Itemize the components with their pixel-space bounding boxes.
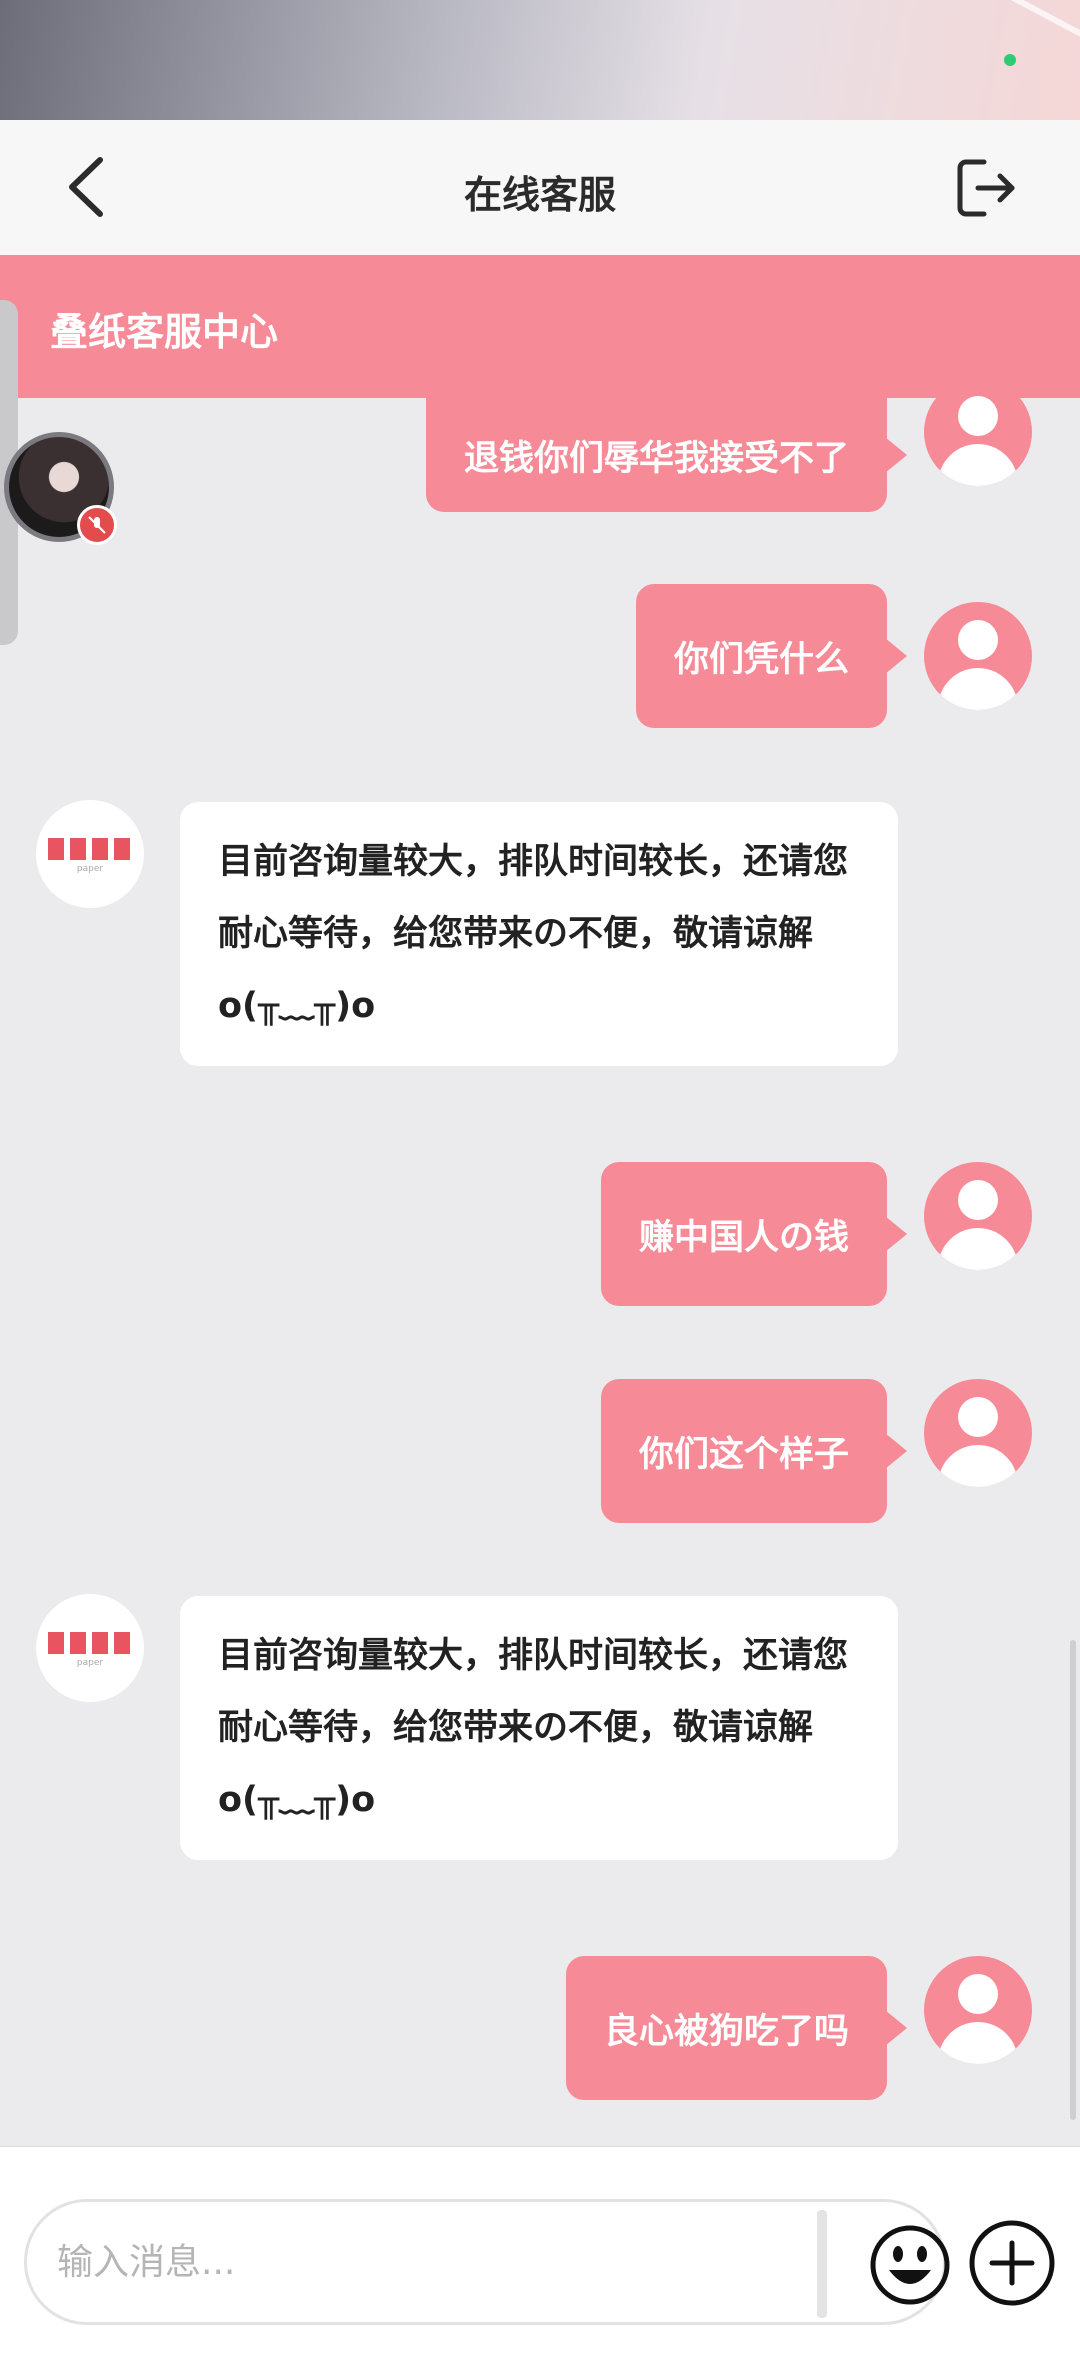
status-dot-icon: [1004, 54, 1016, 66]
message-row: 赚中国人の钱: [0, 1162, 1080, 1306]
user-avatar: [924, 1162, 1032, 1270]
user-avatar: [924, 1956, 1032, 2064]
input-bar: [0, 2146, 1080, 2374]
message-input[interactable]: [57, 2232, 797, 2292]
logout-icon[interactable]: [954, 156, 1018, 220]
message-row: paper 目前咨询量较大，排队时间较长，还请您耐心等待，给您带来の不便，敬请谅…: [0, 800, 1080, 1092]
message-text: 你们这个样子: [638, 1434, 849, 1475]
user-avatar: [924, 1379, 1032, 1487]
bot-message-bubble: 目前咨询量较大，排队时间较长，还请您耐心等待，给您带来の不便，敬请谅解o(╥﹏╥…: [180, 1596, 898, 1860]
user-avatar: [924, 378, 1032, 486]
bot-avatar: paper: [36, 800, 144, 908]
wallpaper-streak: [723, 0, 1080, 45]
banner-title: 叠纸客服中心: [50, 310, 279, 354]
message-text: 目前咨询量较大，排队时间较长，还请您耐心等待，给您带来の不便，敬请谅解o(╥﹏╥…: [218, 1636, 849, 1820]
emoji-icon[interactable]: [869, 2224, 951, 2306]
status-bar: [0, 0, 1080, 120]
message-input-container[interactable]: [24, 2199, 950, 2325]
message-text: 赚中国人の钱: [638, 1217, 849, 1258]
svg-text:paper: paper: [77, 864, 103, 874]
message-text: 目前咨询量较大，排队时间较长，还请您耐心等待，给您带来の不便，敬请谅解o(╥﹏╥…: [218, 842, 849, 1026]
bot-message-bubble: 目前咨询量较大，排队时间较长，还请您耐心等待，给您带来の不便，敬请谅解o(╥﹏╥…: [180, 802, 898, 1066]
user-avatar: [924, 602, 1032, 710]
service-center-banner: 叠纸客服中心: [0, 255, 1080, 398]
user-message-bubble: 退钱你们辱华我接受不了: [425, 398, 908, 512]
mic-muted-icon: [77, 505, 117, 545]
floating-agent-avatar[interactable]: [4, 432, 117, 545]
message-text: 退钱你们辱华我接受不了: [463, 438, 849, 479]
scrollbar[interactable]: [1070, 1640, 1076, 2120]
message-row: 退钱你们辱华我接受不了: [0, 378, 1080, 518]
user-message-bubble: 你们这个样子: [600, 1379, 908, 1523]
user-message-bubble: 赚中国人の钱: [600, 1162, 908, 1306]
page-title: 在线客服: [463, 173, 616, 217]
user-message-bubble: 你们凭什么: [635, 584, 908, 728]
message-row: paper 目前咨询量较大，排队时间较长，还请您耐心等待，给您带来の不便，敬请谅…: [0, 1594, 1080, 1886]
paper-logo-icon: paper: [48, 838, 130, 874]
nav-bar: 在线客服: [0, 120, 1080, 255]
message-text: 良心被狗吃了吗: [603, 2011, 849, 2052]
message-row: 你们凭什么: [0, 584, 1080, 728]
add-icon[interactable]: [968, 2219, 1056, 2307]
user-message-bubble: 良心被狗吃了吗: [565, 1956, 908, 2100]
input-divider: [817, 2210, 827, 2318]
message-text: 你们凭什么: [673, 639, 849, 680]
paper-logo-icon: paper: [48, 1632, 130, 1668]
message-row: 你们这个样子: [0, 1379, 1080, 1523]
svg-text:paper: paper: [77, 1658, 103, 1668]
bot-avatar: paper: [36, 1594, 144, 1702]
message-row: 良心被狗吃了吗: [0, 1956, 1080, 2100]
